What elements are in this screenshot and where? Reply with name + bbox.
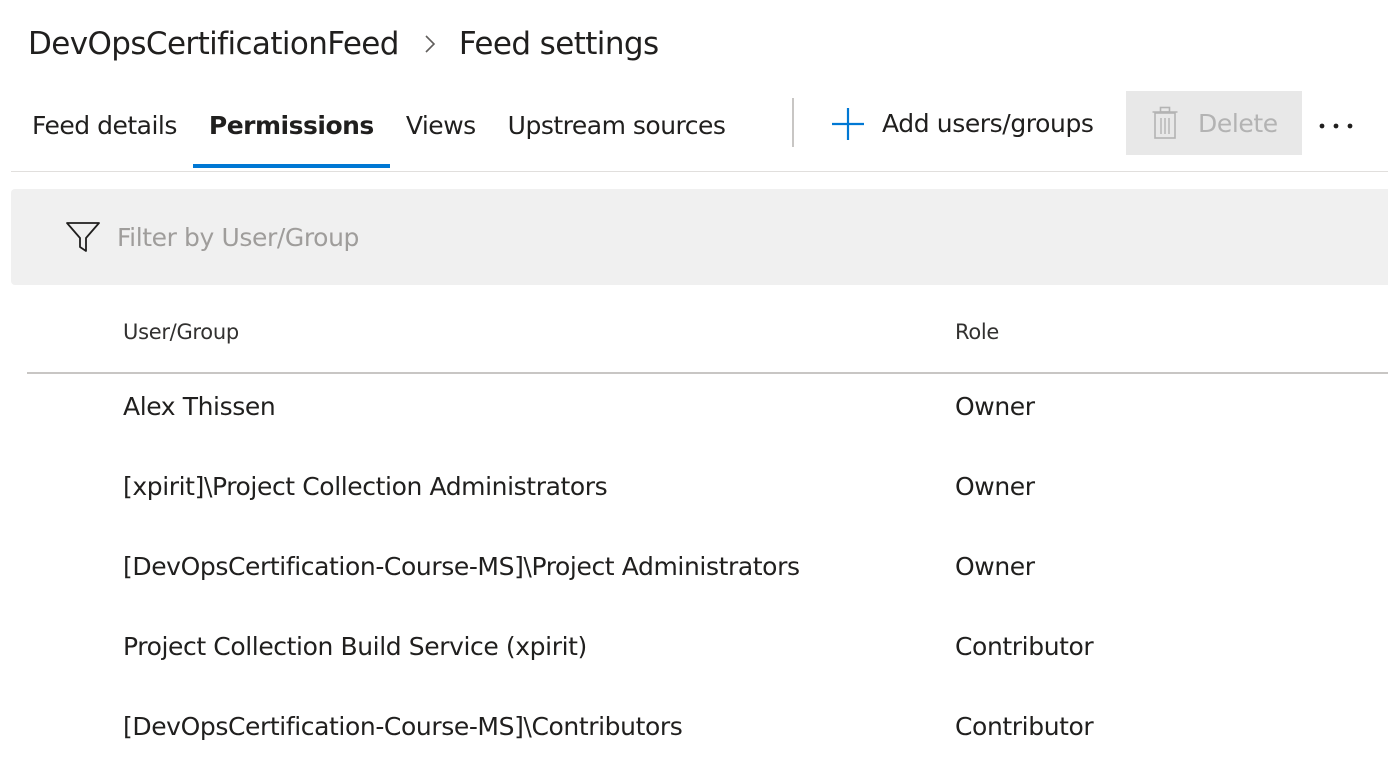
filter-bar (11, 189, 1388, 285)
settings-tabs: Feed details Permissions Views Upstream … (16, 95, 741, 170)
permissions-table-header: User/Group Role (27, 310, 1388, 374)
filter-icon (65, 219, 101, 255)
table-row[interactable]: [xpirit]\Project Collection Administrato… (27, 454, 1388, 534)
more-options-button[interactable] (1314, 104, 1358, 144)
breadcrumb: DevOpsCertificationFeed Feed settings (28, 22, 659, 66)
add-users-groups-button[interactable]: Add users/groups (828, 92, 1094, 155)
tab-label: Feed details (32, 110, 177, 140)
role-cell: Owner (955, 392, 1035, 421)
tab-label: Upstream sources (507, 110, 726, 140)
page-title: Feed settings (458, 26, 659, 62)
table-row[interactable]: [DevOpsCertification-Course-MS]\Project … (27, 534, 1388, 614)
tab-views[interactable]: Views (390, 95, 492, 155)
user-group-cell: Project Collection Build Service (xpirit… (123, 632, 587, 661)
feed-settings-page: DevOpsCertificationFeed Feed settings Fe… (0, 0, 1388, 774)
user-group-cell: [DevOpsCertification-Course-MS]\Contribu… (123, 712, 683, 741)
table-row[interactable]: Alex Thissen Owner (27, 374, 1388, 454)
add-users-groups-label: Add users/groups (882, 109, 1094, 138)
trash-icon (1150, 105, 1180, 141)
role-cell: Contributor (955, 632, 1094, 661)
role-cell: Owner (955, 552, 1035, 581)
role-cell: Contributor (955, 712, 1094, 741)
table-row[interactable]: Project Collection Build Service (xpirit… (27, 614, 1388, 694)
filter-input[interactable] (117, 217, 1017, 257)
tabs-divider-line (11, 171, 1388, 172)
breadcrumb-feed-link[interactable]: DevOpsCertificationFeed (28, 26, 399, 62)
tab-label: Permissions (208, 110, 374, 140)
chevron-right-icon (423, 34, 437, 54)
tab-label: Views (405, 110, 476, 140)
table-row[interactable]: [DevOpsCertification-Course-MS]\Contribu… (27, 694, 1388, 774)
tab-upstream-sources[interactable]: Upstream sources (492, 95, 742, 155)
column-header-role[interactable]: Role (955, 320, 999, 344)
tab-feed-details[interactable]: Feed details (16, 95, 193, 155)
user-group-cell: [xpirit]\Project Collection Administrato… (123, 472, 608, 501)
plus-icon (828, 104, 868, 144)
tab-permissions[interactable]: Permissions (192, 95, 390, 168)
delete-button[interactable]: Delete (1126, 91, 1302, 155)
toolbar-divider (792, 98, 794, 147)
user-group-cell: [DevOpsCertification-Course-MS]\Project … (123, 552, 800, 581)
user-group-cell: Alex Thissen (123, 392, 276, 421)
more-options-icon (1318, 115, 1354, 134)
permissions-table-body: Alex Thissen Owner [xpirit]\Project Coll… (27, 374, 1388, 774)
column-header-user-group[interactable]: User/Group (123, 320, 239, 344)
delete-label: Delete (1198, 108, 1278, 138)
role-cell: Owner (955, 472, 1035, 501)
